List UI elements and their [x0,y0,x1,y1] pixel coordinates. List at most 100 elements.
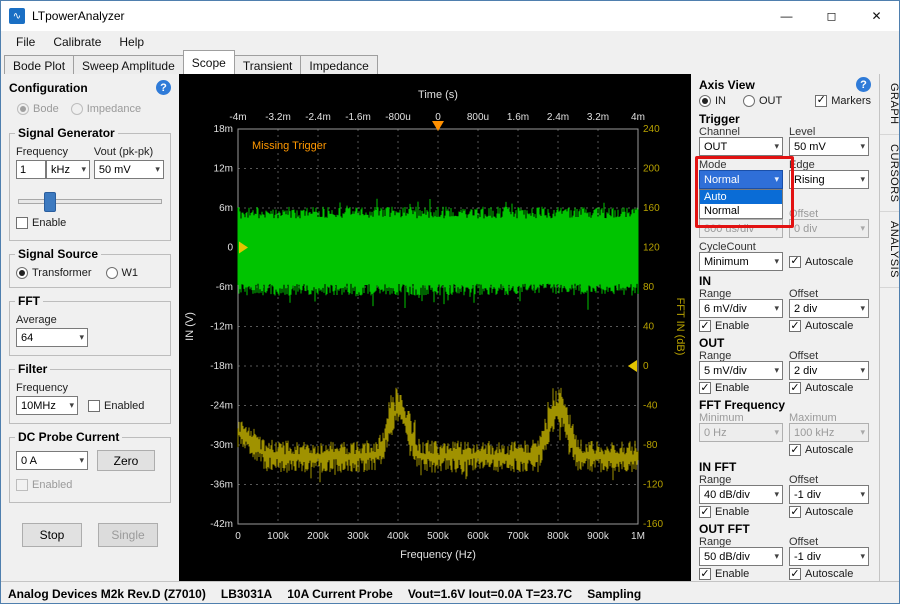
side-tab-cursors[interactable]: CURSORS [880,135,900,213]
menu-help[interactable]: Help [110,33,153,51]
freq-tick-label: 900k [587,531,610,542]
fft-frequency-autoscale-checkbox[interactable]: ✓ Autoscale [789,444,853,456]
dc-probe-enabled-checkbox[interactable]: Enabled [16,479,72,491]
in-fft-range-combo[interactable]: 40 dB/div ▾ [699,485,783,504]
checkbox-box: ✓ [699,506,711,518]
fft-min-combo: 0 Hz ▾ [699,423,783,442]
out-offset-combo[interactable]: 2 div ▾ [789,361,869,380]
amplitude-slider[interactable] [18,191,162,211]
out-fft-autoscale-checkbox[interactable]: ✓ Autoscale [789,568,853,580]
maximize-button[interactable]: ◻ [809,1,854,31]
tab-sweep-amplitude[interactable]: Sweep Amplitude [73,55,184,74]
tab-scope[interactable]: Scope [183,50,235,74]
in-tick-label: -24m [210,401,233,412]
bode-radio-label: Bode [33,103,59,115]
in-offset-label: Offset [789,288,818,300]
in-fft-enable-checkbox[interactable]: ✓ Enable [699,506,749,518]
checkbox-label: Autoscale [805,382,853,394]
status-probe: 10A Current Probe [287,587,393,601]
side-tab-strip: GRAPH CURSORS ANALYSIS [879,74,900,581]
menu-file[interactable]: File [7,33,44,51]
filter-enabled-checkbox[interactable]: Enabled [88,400,144,412]
in-waveform [238,199,638,310]
side-tab-analysis[interactable]: ANALYSIS [880,212,900,288]
slider-thumb[interactable] [44,192,56,212]
checkbox-label: Enabled [32,479,72,491]
scope-display[interactable]: -4m-3.2m-2.4m-1.6m-800u0800u1.6m2.4m3.2m… [179,74,691,581]
bode-radio[interactable]: Bode [17,103,59,115]
out-fft-enable-checkbox[interactable]: ✓ Enable [699,568,749,580]
trigger-autoscale-checkbox[interactable]: ✓ Autoscale [789,256,853,268]
w1-radio[interactable]: W1 [106,267,139,279]
axis-out-label: OUT [759,95,782,107]
mode-dropdown-list[interactable]: Auto Normal [699,189,783,219]
side-tab-graph[interactable]: GRAPH [880,74,900,135]
chevron-down-icon: ▾ [774,552,779,561]
fft-level-marker[interactable] [628,360,637,372]
out-fft-range-combo[interactable]: 50 dB/div ▾ [699,547,783,566]
scope-plot[interactable]: -4m-3.2m-2.4m-1.6m-800u0800u1.6m2.4m3.2m… [179,74,691,581]
out-fft-offset-combo[interactable]: -1 div ▾ [789,547,869,566]
menu-calibrate[interactable]: Calibrate [44,33,110,51]
vout-combo[interactable]: 50 mV ▾ [94,160,164,179]
fft-tick-label: 240 [643,124,660,135]
freq-tick-label: 700k [507,531,530,542]
average-combo[interactable]: 64 ▾ [16,328,88,347]
out-enable-checkbox[interactable]: ✓ Enable [699,382,749,394]
impedance-radio[interactable]: Impedance [71,103,141,115]
axis-in-radio[interactable]: IN [699,95,743,107]
fft-tick-label: -160 [643,519,663,530]
configuration-title: Configuration [9,81,88,95]
mode-option-normal[interactable]: Normal [700,204,782,218]
out-section-title: OUT [699,336,871,350]
in-fft-title: IN FFT [699,460,871,474]
trigger-offset-combo: 0 div ▾ [789,219,869,238]
out-range-combo[interactable]: 5 mV/div ▾ [699,361,783,380]
mode-option-auto[interactable]: Auto [700,190,782,204]
single-button[interactable]: Single [98,523,158,547]
frequency-unit-combo[interactable]: kHz ▾ [46,160,90,179]
transformer-radio[interactable]: Transformer [16,267,92,279]
in-tick-label: -6m [216,282,233,293]
close-button[interactable]: ✕ [854,1,899,31]
in-autoscale-checkbox[interactable]: ✓ Autoscale [789,320,853,332]
frequency-label: Frequency [16,146,94,158]
help-icon[interactable]: ? [156,80,171,95]
trigger-level-combo[interactable]: 50 mV ▾ [789,137,869,156]
signal-source-title: Signal Source [15,247,101,261]
cyclecount-combo[interactable]: Minimum ▾ [699,252,783,271]
tab-bode-plot[interactable]: Bode Plot [4,55,74,74]
in-fft-offset-combo[interactable]: -1 div ▾ [789,485,869,504]
stop-button[interactable]: Stop [22,523,82,547]
frequency-input[interactable] [16,160,46,179]
in-range-combo[interactable]: 6 mV/div ▾ [699,299,783,318]
mode-label: Mode [699,159,727,171]
window-title: LTpowerAnalyzer [32,9,124,23]
chevron-down-icon: ▾ [774,175,779,184]
axis-out-radio[interactable]: OUT [743,95,795,107]
radio-circle [16,267,28,279]
filter-frequency-combo[interactable]: 10MHz ▾ [16,396,78,415]
zero-button[interactable]: Zero [97,450,155,471]
out-autoscale-checkbox[interactable]: ✓ Autoscale [789,382,853,394]
chevron-down-icon: ▾ [774,428,779,437]
markers-checkbox[interactable]: ✓ Markers [815,95,871,107]
minimize-button[interactable]: — [764,1,809,31]
in-enable-checkbox[interactable]: ✓ Enable [699,320,749,332]
chevron-down-icon: ▾ [860,366,865,375]
trigger-mode-combo[interactable]: Normal ▾ [699,170,783,189]
dc-probe-combo[interactable]: 0 A ▾ [16,451,88,470]
fft-tick-label: 80 [643,282,655,293]
in-section-title: IN [699,274,871,288]
generator-enable-checkbox[interactable]: Enable [16,217,66,229]
tab-impedance[interactable]: Impedance [300,55,377,74]
trigger-channel-combo[interactable]: OUT ▾ [699,137,783,156]
help-icon[interactable]: ? [856,77,871,92]
freq-tick-label: 100k [267,531,290,542]
in-offset-combo[interactable]: 2 div ▾ [789,299,869,318]
signal-generator-group: Signal Generator Frequency kHz ▾ Vout (p… [9,133,171,241]
in-fft-autoscale-checkbox[interactable]: ✓ Autoscale [789,506,853,518]
fft-group: FFT Average 64 ▾ [9,301,171,356]
tab-transient[interactable]: Transient [234,55,302,74]
trigger-edge-combo[interactable]: Rising ▾ [789,170,869,189]
